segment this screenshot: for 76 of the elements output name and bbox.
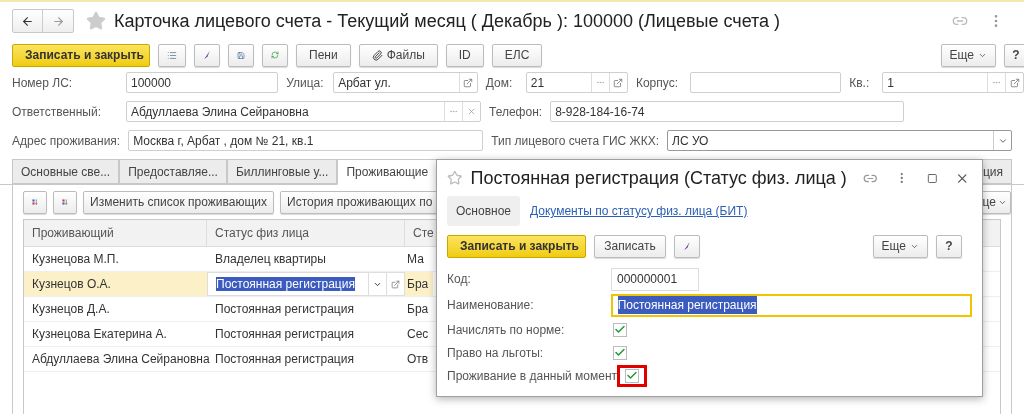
input-field[interactable]: 100000 bbox=[127, 73, 278, 92]
table-cell-text: Постоянная регистрация bbox=[214, 326, 355, 343]
edit-button[interactable] bbox=[194, 43, 220, 67]
check-icon bbox=[614, 346, 626, 359]
refresh-icon bbox=[271, 49, 279, 61]
check-icon bbox=[614, 323, 626, 336]
column-header[interactable]: Сте bbox=[405, 220, 433, 246]
star-icon[interactable] bbox=[86, 11, 106, 31]
toolbar-button[interactable]: Файлы bbox=[358, 43, 438, 67]
maximize-icon[interactable] bbox=[926, 172, 938, 184]
help-button[interactable]: ? bbox=[936, 234, 962, 258]
table-cell-text: Бра bbox=[406, 301, 430, 318]
tab[interactable]: Основные све... bbox=[12, 159, 120, 184]
checkbox-label: Начислять по норме: bbox=[447, 321, 566, 339]
toolbar-button[interactable]: Изменить список проживающих bbox=[83, 190, 274, 214]
table-cell-text: Кузнецова Екатерина А. bbox=[31, 326, 168, 343]
table-cell-text: Постоянная регистрация bbox=[214, 301, 355, 318]
field-label: Дом: bbox=[485, 74, 514, 92]
table-cell: Кузнецов О.А. bbox=[24, 272, 207, 296]
sort-button[interactable] bbox=[23, 190, 47, 214]
field-label: Тип лицевого счета ГИС ЖКХ: bbox=[491, 132, 659, 150]
table-cell-text: Сес bbox=[406, 326, 430, 343]
save-button[interactable]: Записать bbox=[594, 234, 666, 258]
field-label: Улица: bbox=[286, 74, 325, 92]
tab[interactable]: Биллинговые у... bbox=[226, 159, 338, 184]
table-cell-text: Владелец квартиры bbox=[214, 251, 327, 268]
field-label: Корпус: bbox=[635, 74, 679, 92]
field-label: Код: bbox=[447, 271, 472, 288]
open-icon bbox=[391, 279, 400, 289]
tab[interactable]: Предоставляе... bbox=[119, 159, 227, 184]
checkbox[interactable] bbox=[625, 368, 640, 383]
field-label: Наименование: bbox=[447, 297, 535, 314]
input-field[interactable]: 8-928-184-16-74 bbox=[551, 102, 904, 121]
checkbox[interactable] bbox=[613, 345, 627, 360]
list-button[interactable] bbox=[158, 43, 186, 67]
save-close-button[interactable]: Записать и закрыть bbox=[447, 234, 586, 258]
column-header[interactable]: Проживающий bbox=[24, 220, 207, 246]
sort-button[interactable] bbox=[53, 190, 77, 214]
input-field[interactable]: Москва г, Арбат , дом № 21, кв.1 bbox=[129, 131, 483, 150]
checkbox[interactable] bbox=[613, 322, 627, 337]
field-label: Адрес проживания: bbox=[12, 132, 121, 150]
star-icon[interactable] bbox=[447, 170, 463, 186]
refresh-button[interactable] bbox=[262, 43, 288, 67]
field-label: Кв.: bbox=[849, 74, 871, 92]
window-title: Карточка лицевого счета - Текущий месяц ( Декабрь ): 100000 (Лицевые счета ) bbox=[114, 9, 781, 33]
table-cell-text: Кузнецова М.П. bbox=[31, 251, 120, 268]
back-icon bbox=[21, 14, 34, 28]
toolbar-button[interactable]: ЕЛС bbox=[491, 43, 543, 67]
toolbar-button[interactable]: Пени bbox=[296, 43, 351, 67]
check-icon bbox=[626, 369, 639, 382]
more-button[interactable]: Еще bbox=[872, 234, 928, 258]
help-button[interactable]: ? bbox=[1004, 43, 1024, 67]
dialog-title: Постоянная регистрация (Статус физ. лица ) bbox=[470, 166, 847, 190]
tab[interactable]: Основное bbox=[447, 196, 520, 226]
input-field[interactable]: Постоянная регистрация bbox=[610, 293, 972, 317]
table-cell-text: Ма bbox=[406, 251, 425, 268]
tab[interactable]: Проживающие bbox=[337, 159, 438, 185]
edit-button[interactable] bbox=[674, 234, 700, 258]
tab-link[interactable]: Документы по статусу физ. лица (БИТ) bbox=[530, 196, 748, 226]
checkbox-label: Проживание в данный момент bbox=[447, 367, 618, 385]
table-cell-text: Кузнецов Д.А. bbox=[31, 301, 111, 318]
table-cell: Бра bbox=[405, 272, 433, 296]
table-cell-text: Постоянная регистрация bbox=[214, 351, 355, 368]
table-cell-text: Отв bbox=[406, 351, 430, 368]
toolbar-button[interactable]: ID bbox=[445, 43, 484, 67]
paperclip-icon bbox=[371, 49, 383, 61]
column-header[interactable]: Статус физ лица bbox=[207, 220, 405, 246]
checkbox-label: Право на льготы: bbox=[447, 344, 545, 362]
field-label: Номер ЛС: bbox=[12, 74, 74, 92]
save-close-button[interactable]: Записать и закрыть bbox=[12, 43, 150, 67]
input-field[interactable]: 000000001 bbox=[611, 267, 699, 291]
more-button[interactable]: Еще bbox=[940, 43, 996, 67]
forward-icon bbox=[51, 14, 65, 28]
field-label: Ответственный: bbox=[12, 103, 103, 121]
save-button[interactable] bbox=[228, 43, 254, 67]
field-label: Телефон: bbox=[489, 103, 543, 121]
